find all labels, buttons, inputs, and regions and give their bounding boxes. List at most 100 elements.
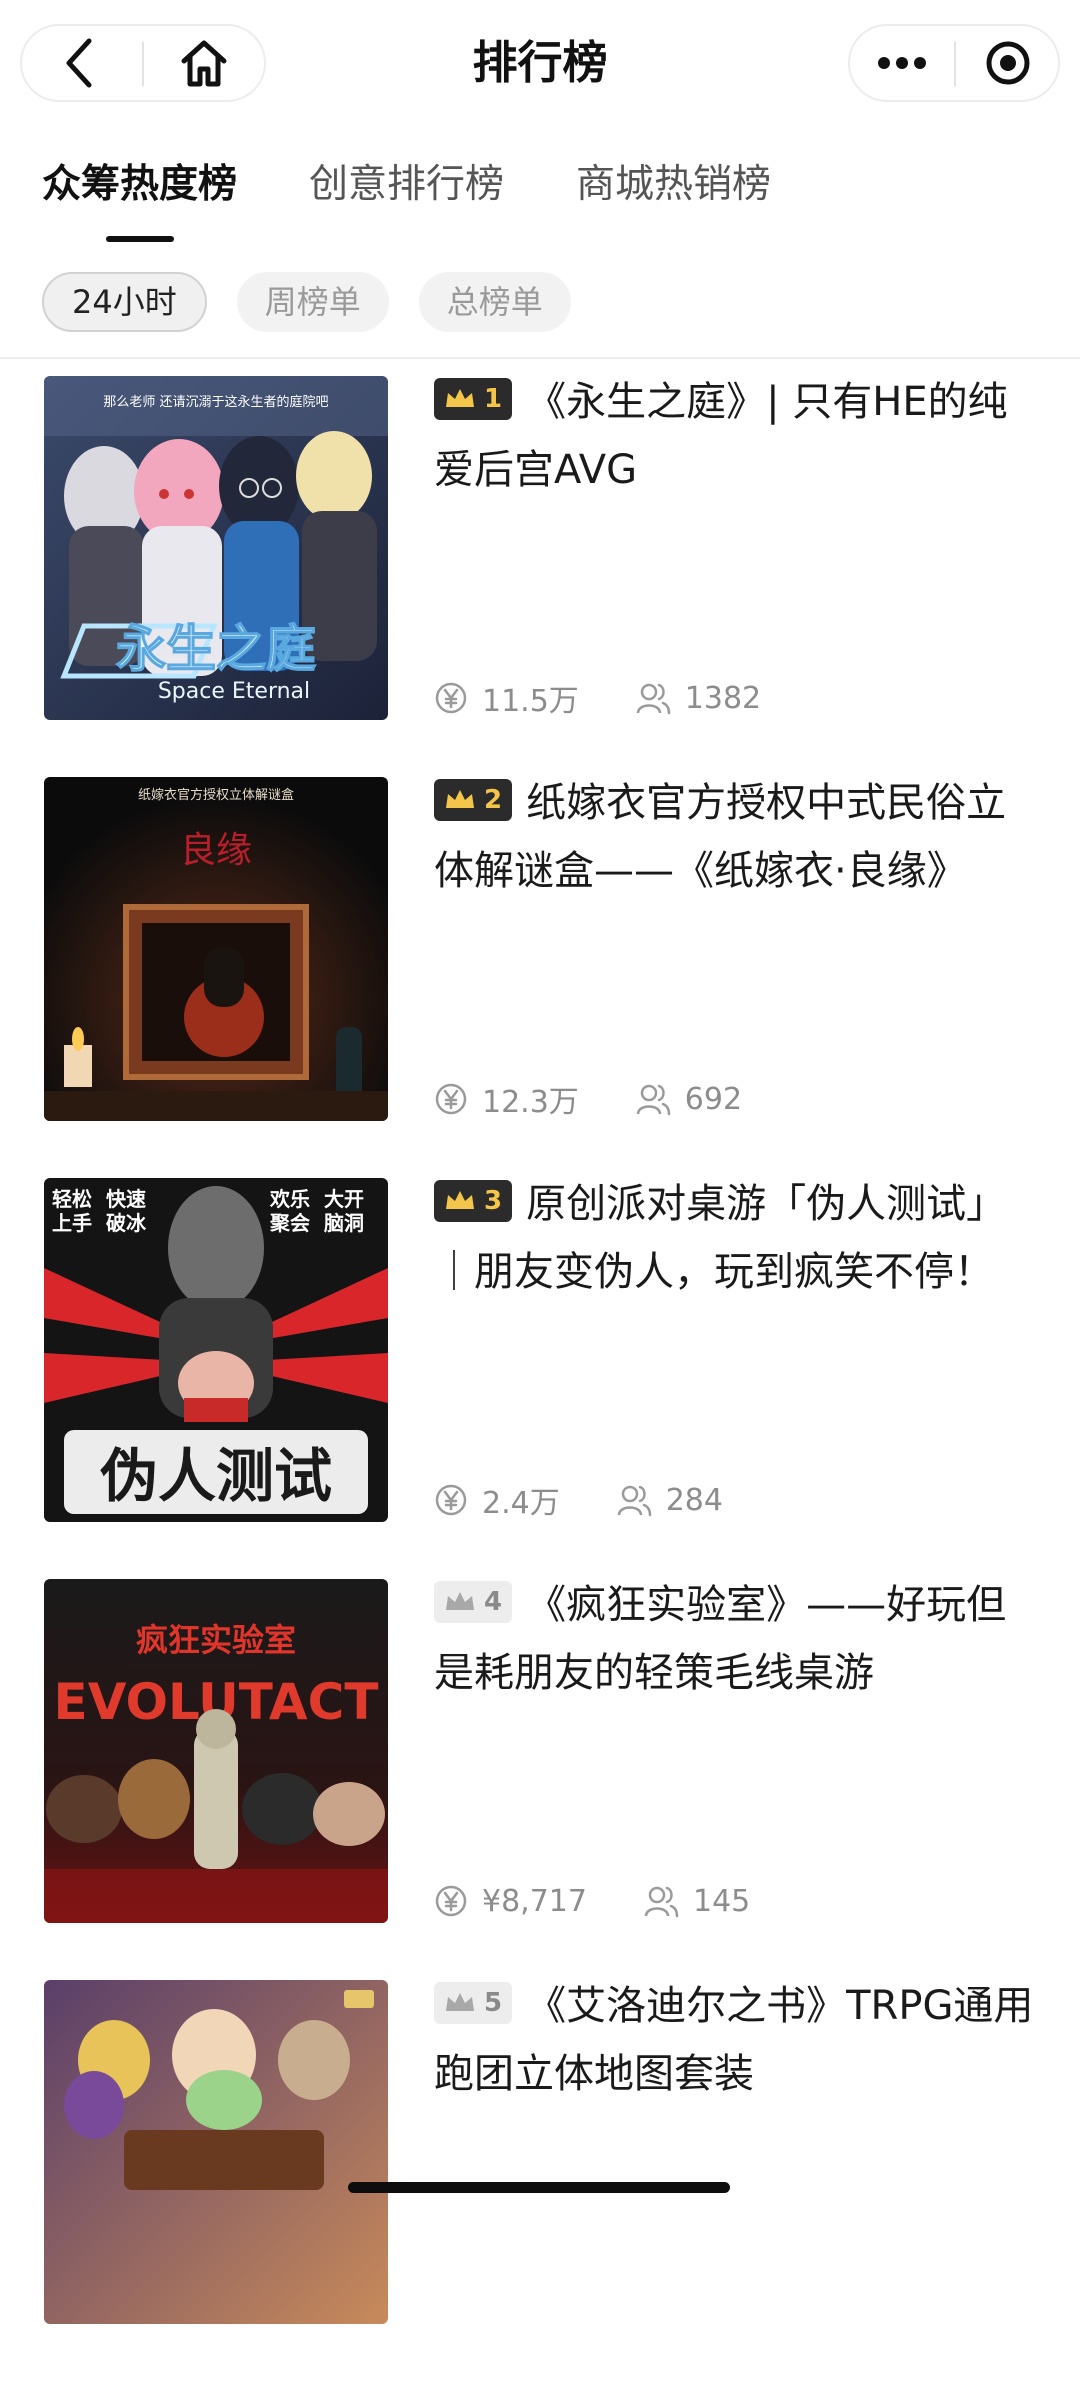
filter-all-time[interactable]: 总榜单 xyxy=(418,272,571,332)
item-info: 4 《疯狂实验室》——好玩但是耗朋友的轻策毛线桌游 ¥8,717 145 xyxy=(434,1579,1034,1923)
tab-crowdfunding-hot[interactable]: 众筹热度榜 xyxy=(42,150,238,242)
ranking-list: 那么老师 还请沉溺于这永生者的庭院吧 永生之庭 Space Eternal 1 《… xyxy=(0,376,1080,2381)
item-title: 4 《疯狂实验室》——好玩但是耗朋友的轻策毛线桌游 xyxy=(434,1571,1034,1707)
ranking-tabs: 众筹热度榜 创意排行榜 商城热销榜 xyxy=(42,150,843,242)
tab-label: 众筹热度榜 xyxy=(42,162,238,207)
cover-logo: 良缘 xyxy=(180,830,252,871)
active-tab-indicator xyxy=(105,236,174,242)
rank-badge: 5 xyxy=(434,1982,513,2024)
amount-value: 12.3万 xyxy=(482,1085,579,1120)
cover-tag: 快速 xyxy=(106,1187,146,1211)
people-icon xyxy=(644,1886,679,1918)
yuan-icon xyxy=(435,1484,467,1516)
cover-subtitle: Space Eternal xyxy=(158,679,310,704)
more-button[interactable] xyxy=(850,26,954,100)
cover-logo: 永生之庭 xyxy=(116,620,316,678)
amount-stat: 11.5万 xyxy=(434,676,579,720)
crown-icon xyxy=(446,1191,474,1209)
rank-number: 2 xyxy=(484,785,503,815)
tab-creative-ranking[interactable]: 创意排行榜 xyxy=(309,150,504,240)
rank-badge: 1 xyxy=(434,378,513,420)
target-icon xyxy=(986,41,1030,85)
project-cover: 那么老师 还请沉溺于这永生者的庭院吧 永生之庭 Space Eternal xyxy=(44,376,388,720)
cover-tag: 聚会 xyxy=(269,1211,310,1235)
crown-icon xyxy=(446,389,474,407)
cover-caption: 纸嫁衣官方授权立体解谜盒 xyxy=(138,787,294,803)
project-cover: 轻松 快速 欢乐 大开 上手 破冰 聚会 脑洞 伪人测试 xyxy=(44,1178,388,1522)
item-title: 2 纸嫁衣官方授权中式民俗立体解谜盒——《纸嫁衣·良缘》 xyxy=(434,769,1034,905)
amount-value: ¥8,717 xyxy=(482,1883,587,1919)
cover-logo: 伪人测试 xyxy=(100,1442,332,1510)
rank-number: 5 xyxy=(484,1988,503,2018)
amount-value: 2.4万 xyxy=(482,1486,560,1521)
item-title-text: 《艾洛迪尔之书》TRPG通用跑团立体地图套装 xyxy=(434,1983,1034,2097)
amount-stat: 2.4万 xyxy=(434,1478,560,1522)
cover-caption: 疯狂实验室 xyxy=(136,1621,296,1659)
rank-badge: 3 xyxy=(434,1180,513,1222)
item-title-text: 纸嫁衣官方授权中式民俗立体解谜盒——《纸嫁衣·良缘》 xyxy=(434,780,1007,894)
rank-number: 3 xyxy=(484,1186,503,1216)
cover-caption: 那么老师 还请沉溺于这永生者的庭院吧 xyxy=(103,394,328,410)
time-filters: 24小时 周榜单 总榜单 xyxy=(42,272,601,332)
amount-stat: 12.3万 xyxy=(434,1077,579,1121)
item-stats: 2.4万 284 xyxy=(434,1478,779,1522)
list-item[interactable]: 疯狂实验室 EVOLUTACT 4 《疯狂实验室》——好玩但是耗朋友的轻策毛线桌游… xyxy=(0,1579,1080,1980)
crown-icon xyxy=(446,1592,474,1610)
item-info: 5 《艾洛迪尔之书》TRPG通用跑团立体地图套装 xyxy=(434,1980,1034,2324)
home-indicator xyxy=(348,2182,730,2193)
item-info: 3 原创派对桌游「伪人测试」｜朋友变伪人，玩到疯笑不停！ 2.4万 284 xyxy=(434,1178,1034,1522)
item-title: 3 原创派对桌游「伪人测试」｜朋友变伪人，玩到疯笑不停！ xyxy=(434,1170,1034,1306)
rank-badge: 4 xyxy=(434,1581,513,1623)
header-divider xyxy=(0,357,1080,359)
item-stats: 11.5万 1382 xyxy=(434,676,817,720)
tab-mall-bestseller[interactable]: 商城热销榜 xyxy=(576,150,771,240)
cover-tag: 脑洞 xyxy=(324,1211,364,1235)
navigation-bar: 排行榜 xyxy=(0,0,1080,130)
amount-stat: ¥8,717 xyxy=(434,1884,587,1919)
list-item[interactable]: 那么老师 还请沉溺于这永生者的庭院吧 永生之庭 Space Eternal 1 《… xyxy=(0,376,1080,777)
filter-24h[interactable]: 24小时 xyxy=(42,272,207,332)
supporters-value: 1382 xyxy=(684,680,762,716)
cover-tag: 欢乐 xyxy=(269,1187,310,1211)
crown-icon xyxy=(446,1993,474,2011)
nav-capsule-right xyxy=(848,24,1060,102)
item-title-text: 原创派对桌游「伪人测试」｜朋友变伪人，玩到疯笑不停！ xyxy=(434,1181,1007,1295)
cover-tag: 轻松 xyxy=(52,1187,92,1211)
people-icon xyxy=(617,1485,651,1517)
project-cover: 纸嫁衣官方授权立体解谜盒 良缘 xyxy=(44,777,388,1121)
more-icon xyxy=(878,57,926,69)
list-item[interactable]: 纸嫁衣官方授权立体解谜盒 良缘 2 纸嫁衣官方授权中式民俗立体解谜盒——《纸嫁衣·… xyxy=(0,777,1080,1178)
supporters-stat: 1382 xyxy=(635,681,761,716)
supporters-value: 145 xyxy=(692,1883,751,1919)
rank-badge: 2 xyxy=(434,779,513,821)
rank-number: 4 xyxy=(484,1587,503,1617)
item-stats: 12.3万 692 xyxy=(434,1077,798,1121)
item-info: 2 纸嫁衣官方授权中式民俗立体解谜盒——《纸嫁衣·良缘》 12.3万 692 xyxy=(434,777,1034,1121)
cover-tag: 上手 xyxy=(52,1211,92,1235)
project-cover xyxy=(44,1980,388,2324)
supporters-value: 284 xyxy=(665,1482,723,1518)
people-icon xyxy=(636,1084,671,1116)
cover-tag: 大开 xyxy=(324,1187,364,1211)
item-title-text: 《疯狂实验室》——好玩但是耗朋友的轻策毛线桌游 xyxy=(434,1582,1007,1696)
item-info: 1 《永生之庭》| 只有HE的纯爱后宫AVG 11.5万 1382 xyxy=(434,376,1034,720)
yuan-icon xyxy=(435,1885,467,1917)
item-title: 1 《永生之庭》| 只有HE的纯爱后宫AVG xyxy=(434,368,1034,504)
supporters-stat: 145 xyxy=(643,1884,750,1919)
list-item[interactable]: 5 《艾洛迪尔之书》TRPG通用跑团立体地图套装 xyxy=(0,1980,1080,2381)
filter-weekly[interactable]: 周榜单 xyxy=(236,272,389,332)
item-title: 5 《艾洛迪尔之书》TRPG通用跑团立体地图套装 xyxy=(434,1972,1034,2108)
yuan-icon xyxy=(435,1083,467,1115)
yuan-icon xyxy=(435,682,467,714)
supporters-stat: 692 xyxy=(635,1082,742,1117)
tab-label: 商城热销榜 xyxy=(576,162,772,207)
project-cover: 疯狂实验室 EVOLUTACT xyxy=(44,1579,388,1923)
supporters-value: 692 xyxy=(684,1081,743,1117)
rank-number: 1 xyxy=(484,384,503,414)
crown-icon xyxy=(446,790,474,808)
cover-tag: 破冰 xyxy=(106,1211,147,1235)
close-miniprogram-button[interactable] xyxy=(956,26,1060,100)
list-item[interactable]: 轻松 快速 欢乐 大开 上手 破冰 聚会 脑洞 伪人测试 3 原创派对桌游「伪人测… xyxy=(0,1178,1080,1579)
people-icon xyxy=(636,683,671,715)
item-title-text: 《永生之庭》| 只有HE的纯爱后宫AVG xyxy=(434,379,1008,493)
